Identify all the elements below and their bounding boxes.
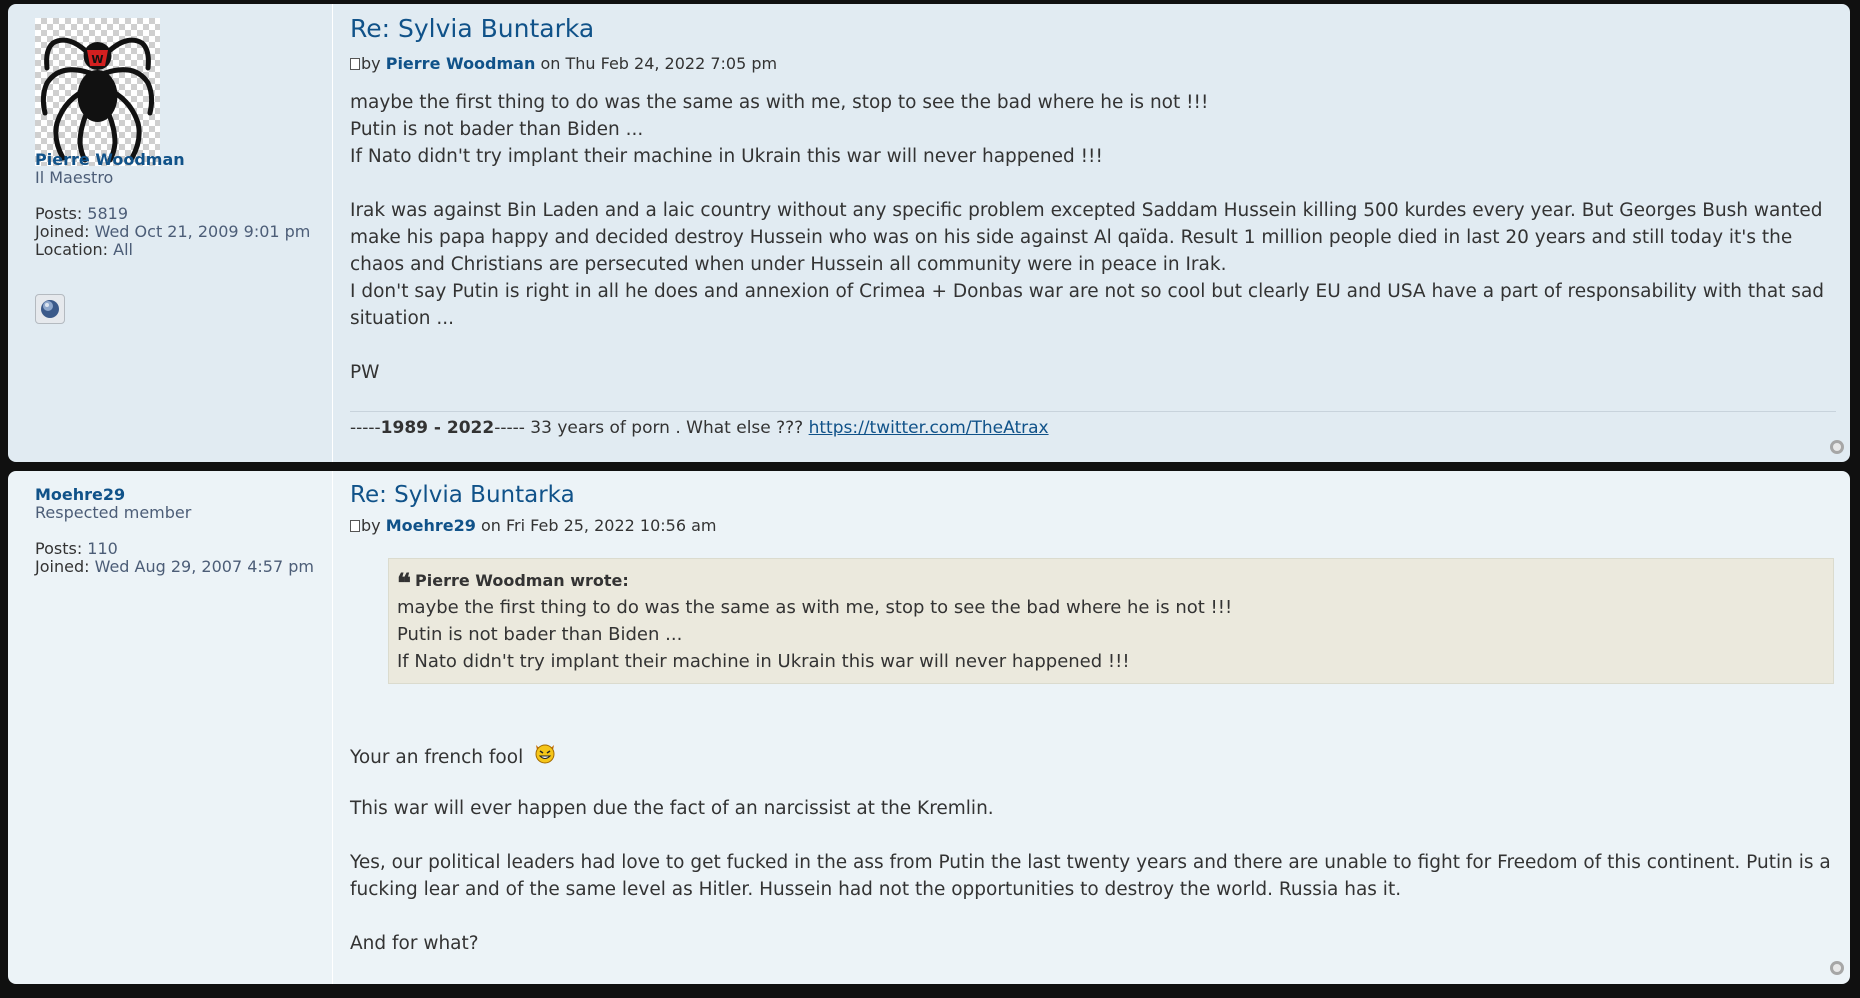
posts-label: Posts:	[35, 204, 83, 223]
blockquote: ❝ Pierre Woodman wrote: maybe the first t…	[388, 558, 1834, 684]
author-joined: Joined: Wed Oct 21, 2009 9:01 pm	[35, 222, 310, 241]
post-meta: by Pierre Woodman on Thu Feb 24, 2022 7:…	[350, 54, 777, 73]
evil-grin-smiley-icon	[535, 744, 555, 764]
content-line: Your an french fool	[350, 741, 557, 771]
author-joined: Joined: Wed Aug 29, 2007 4:57 pm	[35, 557, 314, 576]
posts-count[interactable]: 110	[87, 539, 118, 558]
quote-line: If Nato didn't try implant their machine…	[397, 651, 1130, 672]
content-paragraph: I don't say Putin is right in all he doe…	[350, 281, 1825, 329]
post-body: Re: Sylvia Buntarka by Moehre29 on Fri F…	[350, 471, 1836, 984]
forum-post: Moehre29 Respected member Posts: 110 Joi…	[8, 471, 1850, 984]
post-profile: Moehre29 Respected member Posts: 110 Joi…	[8, 471, 333, 984]
meta-author-link[interactable]: Moehre29	[386, 516, 476, 535]
posts-label: Posts:	[35, 539, 83, 558]
location-label: Location:	[35, 240, 109, 259]
author-location: Location: All	[35, 240, 133, 259]
author-posts: Posts: 110	[35, 539, 118, 558]
quote-mark-icon: ❝	[397, 569, 411, 599]
forum-post: W Pierre Woodman Il Maestro Posts: 5819 …	[8, 4, 1850, 462]
avatar: W	[35, 18, 160, 166]
signature-link[interactable]: https://twitter.com/TheAtrax	[809, 418, 1049, 438]
author-rank: Respected member	[35, 503, 192, 522]
author-username[interactable]: Pierre Woodman	[35, 150, 185, 169]
back-to-top-icon[interactable]	[1830, 961, 1844, 975]
quote-cite: ❝ Pierre Woodman wrote:	[397, 569, 629, 599]
quote-line: Putin is not bader than Biden ...	[397, 624, 683, 645]
content-signoff: PW	[350, 362, 380, 383]
post-title-link[interactable]: Re: Sylvia Buntarka	[350, 482, 575, 508]
svg-text:W: W	[91, 53, 103, 66]
signature-years: 1989 - 2022	[380, 418, 495, 438]
meta-date: on Fri Feb 25, 2022 10:56 am	[480, 516, 717, 535]
content-paragraph: Irak was against Bin Laden and a laic co…	[350, 200, 1823, 275]
author-posts: Posts: 5819	[35, 204, 128, 223]
back-to-top-icon[interactable]	[1830, 440, 1844, 454]
meta-date: on Thu Feb 24, 2022 7:05 pm	[540, 54, 778, 73]
post-body: Re: Sylvia Buntarka by Pierre Woodman on…	[350, 4, 1836, 462]
content-line: And for what?	[350, 933, 479, 954]
spider-icon: W	[40, 37, 155, 163]
author-username[interactable]: Moehre29	[35, 485, 125, 504]
website-button[interactable]	[35, 294, 65, 324]
globe-icon	[41, 300, 59, 318]
meta-by: by	[361, 516, 381, 535]
content-line: This war will ever happen due the fact o…	[350, 798, 994, 819]
post-permalink-icon[interactable]	[350, 520, 360, 532]
joined-label: Joined:	[35, 222, 90, 241]
meta-author-link[interactable]: Pierre Woodman	[386, 54, 536, 73]
post-meta: by Moehre29 on Fri Feb 25, 2022 10:56 am	[350, 516, 716, 535]
signature: -----1989 - 2022----- 33 years of porn .…	[350, 418, 1049, 438]
post-permalink-icon[interactable]	[350, 58, 360, 70]
content-line: maybe the first thing to do was the same…	[350, 92, 1209, 113]
quote-cite-text: Pierre Woodman wrote:	[415, 571, 629, 590]
post-profile: W Pierre Woodman Il Maestro Posts: 5819 …	[8, 4, 333, 462]
signature-prefix: -----	[350, 418, 381, 438]
content-line: Putin is not bader than Biden ...	[350, 119, 644, 140]
content-line: If Nato didn't try implant their machine…	[350, 146, 1103, 167]
signature-divider	[350, 411, 1836, 412]
posts-count[interactable]: 5819	[87, 204, 128, 223]
content-paragraph: Yes, our political leaders had love to g…	[350, 852, 1831, 900]
meta-by: by	[361, 54, 381, 73]
joined-date: Wed Aug 29, 2007 4:57 pm	[94, 557, 314, 576]
location-value: All	[113, 240, 133, 259]
signature-text: ----- 33 years of porn . What else ???	[494, 418, 809, 438]
post-title-link[interactable]: Re: Sylvia Buntarka	[350, 14, 594, 43]
joined-date: Wed Oct 21, 2009 9:01 pm	[94, 222, 311, 241]
author-rank: Il Maestro	[35, 168, 114, 187]
joined-label: Joined:	[35, 557, 90, 576]
quote-line: maybe the first thing to do was the same…	[397, 597, 1233, 618]
content-text: Your an french fool	[350, 747, 524, 768]
